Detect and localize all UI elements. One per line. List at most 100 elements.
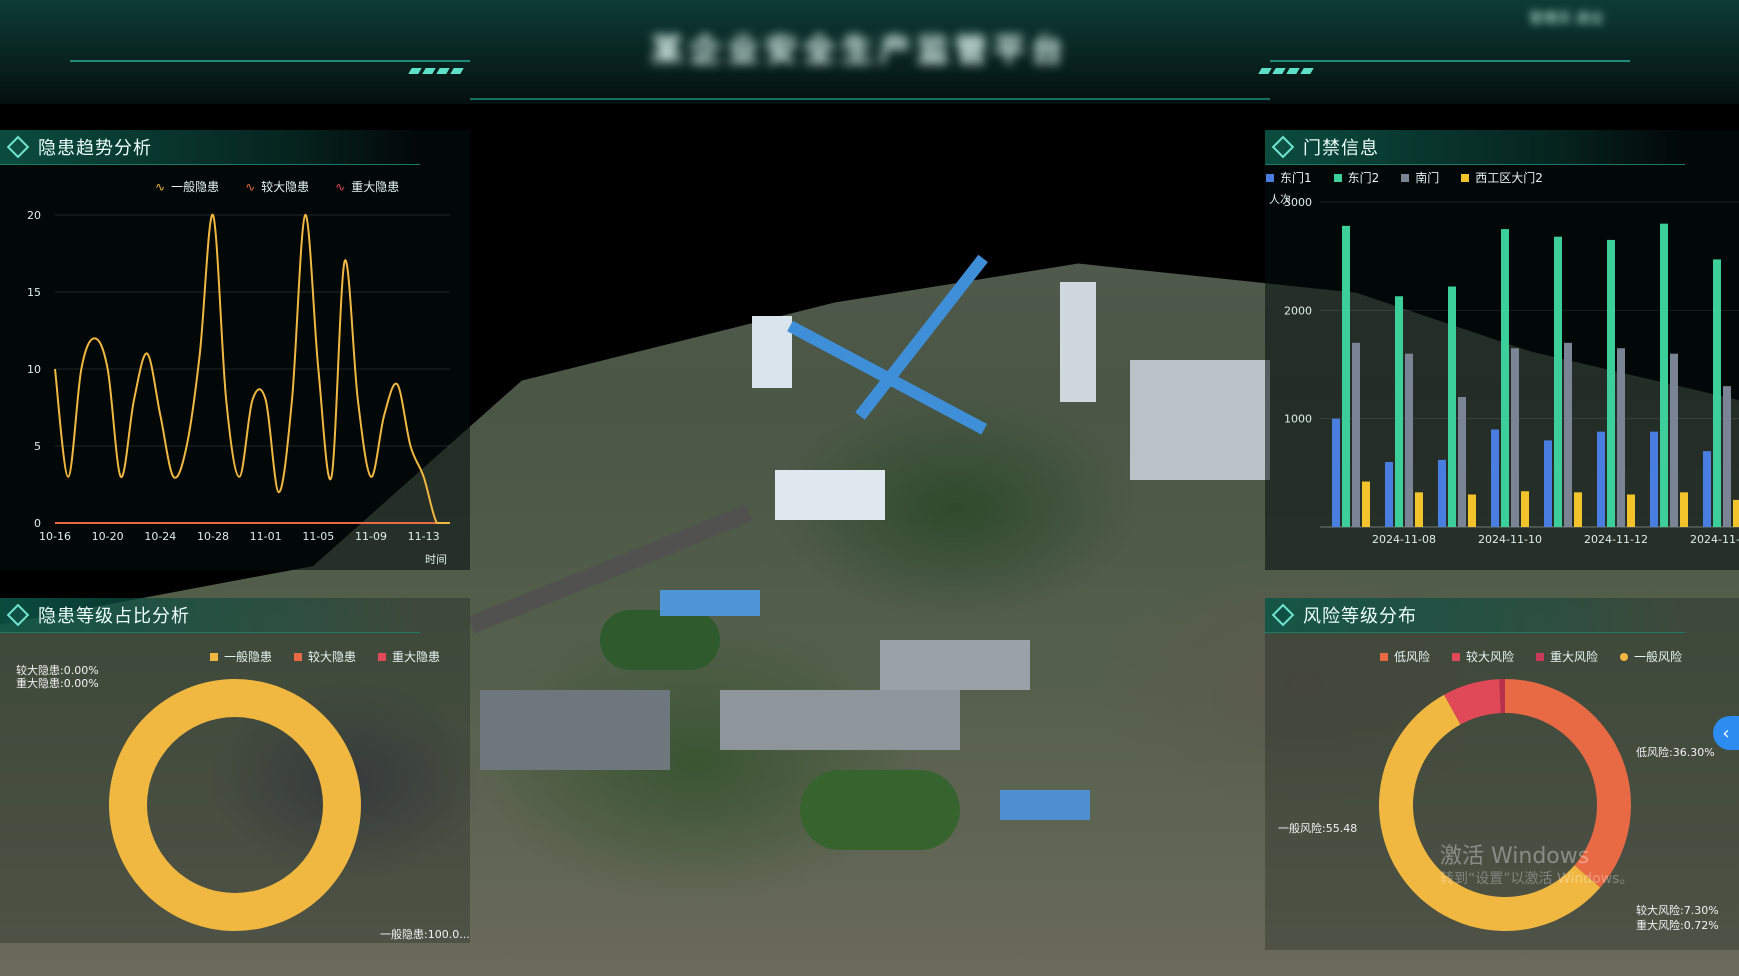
bar-3-7 [1733,499,1739,527]
bar-0-1 [1385,462,1393,527]
page-title: 某企业安全生产监管平台 [650,20,1070,76]
y-tick-label: 15 [27,286,41,299]
bar-3-4 [1574,492,1582,527]
legend-item-major[interactable]: ∿ 重大隐患 [335,178,399,195]
y-tick-label: 5 [34,440,41,453]
bar-0-7 [1703,451,1711,527]
label-general-hazard: 一般隐患:100.0... [380,928,470,941]
access-bar-chart[interactable]: 人次1000200030002024-11-08 2024-11-10 2024-1… [1265,185,1739,570]
roof-cluster [480,690,670,770]
label-larger-risk: 较大风险:7.30% [1636,904,1719,917]
risk-panel-header: 风险等级分布 [1265,598,1685,633]
bar-0-2 [1438,459,1446,527]
y-tick-label: 3000 [1284,196,1312,209]
bar-2-0 [1352,342,1360,527]
factory-hall [775,470,885,520]
trend-panel-header: 隐患趋势分析 [0,130,420,165]
y-tick-label: 10 [27,363,41,376]
tower-building [1060,282,1096,402]
windows-activation-hint: 转到“设置”以激活 Windows。 [1440,871,1634,887]
header-dots-left [408,68,464,74]
panel-diamond-icon [1271,603,1295,627]
bar-3-2 [1468,494,1476,527]
label-general-risk: 一般风险:55.48 [1278,822,1358,835]
label-major-risk: 重大风险:0.72% [1636,919,1719,932]
bar-2-5 [1617,348,1625,527]
legend-swatch [1401,173,1410,182]
x-tick-label: 10-16 [39,530,71,543]
header-dots-right [1258,68,1314,74]
legend-item-general[interactable]: ∿ 一般隐患 [155,178,219,195]
bar-0-3 [1491,429,1499,527]
bar-1-3 [1501,229,1509,528]
bar-0-4 [1544,440,1552,527]
x-tick-label: 11-01 [250,530,282,543]
slice-general-hazard [109,679,361,931]
x-tick-label: 10-20 [92,530,124,543]
warehouse-row [720,690,960,750]
x-tick-label: 11-09 [355,530,387,543]
trend-line-chart[interactable]: 0 5 10 15 20 10-16 10-20 10-24 10-28 11-01 11-05 11… [0,200,470,570]
hazard-level-donut[interactable] [0,650,470,950]
bar-2-1 [1405,353,1413,527]
legend-wave-icon: ∿ [155,179,166,194]
silo-building [752,316,792,388]
panel-diamond-icon [6,603,30,627]
x-tick-label: 10-24 [144,530,176,543]
bar-2-7 [1723,386,1731,527]
access-panel-header: 门禁信息 [1265,130,1685,165]
x-tick-label: 2024-11-10 [1478,533,1542,546]
panel-diamond-icon [1271,135,1295,159]
bar-3-3 [1521,491,1529,527]
tree-patch-2 [800,770,960,850]
bar-0-5 [1597,431,1605,527]
bar-3-1 [1415,492,1423,527]
bar-2-3 [1511,348,1519,527]
legend-wave-icon: ∿ [245,179,256,194]
legend-wave-icon: ∿ [335,179,346,194]
level-panel-header: 隐患等级占比分析 [0,598,420,633]
risk-panel-title: 风险等级分布 [1303,606,1417,627]
tree-patch [600,610,720,670]
bar-1-7 [1713,259,1721,527]
panel-diamond-icon [6,135,30,159]
y-tick-label: 20 [27,209,41,222]
legend-item-gate2[interactable]: 东门2 [1333,169,1379,186]
bar-1-5 [1607,239,1615,527]
legend-item-west[interactable]: 西工区大门2 [1461,169,1543,186]
bar-1-4 [1554,236,1562,527]
x-tick-label: 2024-11-14 [1690,533,1739,546]
x-tick-label: 11-13 [408,530,440,543]
header-bar: 某企业安全生产监管平台 管理员 退出 [0,0,1739,104]
legend-item-gate1[interactable]: 东门1 [1266,169,1312,186]
y-tick-label: 0 [34,517,41,530]
x-axis-label: 时间 [425,553,447,566]
blue-roofs [1000,790,1090,820]
user-info[interactable]: 管理员 退出 [1529,8,1679,28]
y-tick-label: 1000 [1284,413,1312,426]
page-title-text: 某企业安全生产监管平台 [650,31,1069,69]
y-tick-label: 2000 [1284,304,1312,317]
level-panel-title: 隐患等级占比分析 [38,606,190,627]
bar-3-0 [1362,481,1370,527]
bar-0-0 [1332,418,1340,527]
legend-swatch [1266,173,1274,182]
trend-panel-title: 隐患趋势分析 [38,138,152,159]
x-tick-label: 2024-11-08 [1372,533,1436,546]
legend-item-larger[interactable]: ∿ 较大隐患 [245,178,309,195]
legend-item-south[interactable]: 南门 [1401,169,1439,186]
x-tick-label: 2024-11-12 [1584,533,1648,546]
bar-0-6 [1650,431,1658,527]
bar-3-6 [1680,492,1688,527]
trend-legend: ∿ 一般隐患 ∿ 较大隐患 ∿ 重大隐患 [155,178,399,195]
access-panel-title: 门禁信息 [1303,138,1379,159]
header-line-bottom [470,98,1270,100]
warehouse-row-2 [880,640,1030,690]
x-tick-label: 10-28 [197,530,229,543]
blue-roofs-2 [660,590,760,616]
x-tick-label: 11-05 [302,530,334,543]
chevron-left-icon[interactable]: ‹ [1713,716,1739,750]
legend-swatch [1461,173,1470,182]
bar-2-6 [1670,353,1678,527]
bar-2-2 [1458,397,1466,527]
